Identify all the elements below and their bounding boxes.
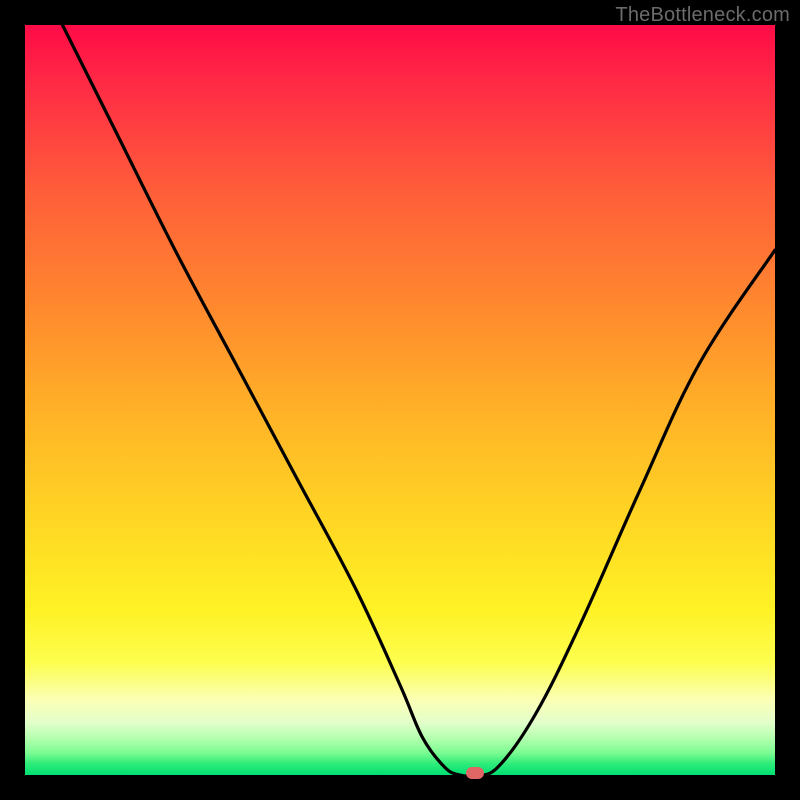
chart-stage: TheBottleneck.com — [0, 0, 800, 800]
plot-area — [25, 25, 775, 775]
bottleneck-curve — [25, 25, 775, 775]
optimum-marker — [466, 767, 484, 779]
watermark-text: TheBottleneck.com — [615, 4, 790, 27]
curve-path — [63, 25, 776, 775]
